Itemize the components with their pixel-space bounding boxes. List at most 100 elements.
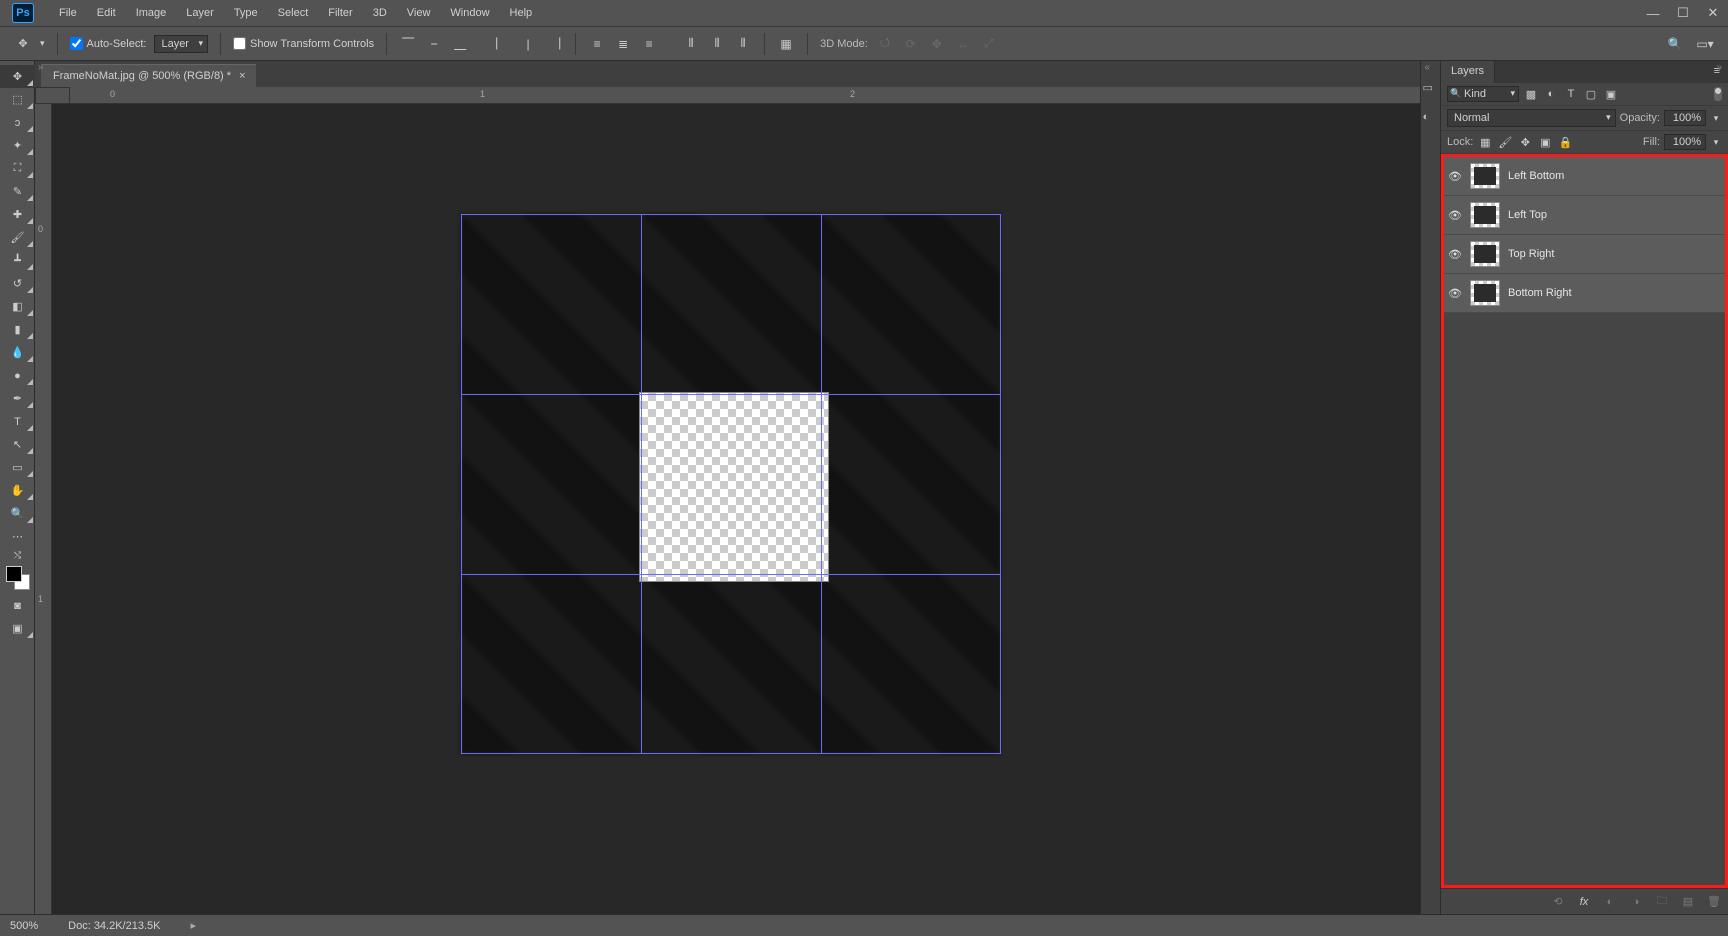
doc-info-menu-icon[interactable]: ▸	[190, 919, 196, 932]
lock-position-icon[interactable]: ✥	[1517, 134, 1533, 150]
blur-tool[interactable]: 💧	[0, 341, 35, 364]
layer-row[interactable]: 👁 Top Right	[1444, 235, 1725, 274]
screen-mode-toggle[interactable]: ▣	[0, 617, 35, 640]
align-vcenter-icon[interactable]: ⎯	[425, 36, 443, 52]
blend-mode-dropdown[interactable]: Normal	[1447, 109, 1616, 127]
menu-3d[interactable]: 3D	[363, 3, 397, 23]
layer-thumbnail[interactable]	[1470, 163, 1500, 189]
rectangle-tool[interactable]: ▭	[0, 456, 35, 479]
lock-all-icon[interactable]: 🔒	[1557, 134, 1573, 150]
adjustment-layer-icon[interactable]: ◑	[1628, 894, 1644, 910]
visibility-toggle-icon[interactable]: 👁	[1448, 170, 1462, 183]
history-panel-icon[interactable]: ▭	[1423, 81, 1439, 97]
guide-h-bottom[interactable]	[461, 753, 1001, 754]
layer-name[interactable]: Left Bottom	[1508, 170, 1721, 182]
filter-type-icon[interactable]: T	[1563, 86, 1579, 102]
layer-row[interactable]: 👁 Left Bottom	[1444, 157, 1725, 196]
align-left-icon[interactable]: ⎸	[493, 36, 511, 52]
move-tool[interactable]: ✥	[0, 65, 35, 88]
menu-image[interactable]: Image	[126, 3, 177, 23]
layer-name[interactable]: Left Top	[1508, 209, 1721, 221]
layer-name[interactable]: Bottom Right	[1508, 287, 1721, 299]
menu-layer[interactable]: Layer	[176, 3, 224, 23]
zoom-level[interactable]: 500%	[10, 920, 38, 932]
edit-toolbar-button[interactable]: ⋯	[0, 525, 35, 548]
visibility-toggle-icon[interactable]: 👁	[1448, 287, 1462, 300]
workspace-switcher-icon[interactable]: ▭▾	[1696, 36, 1714, 52]
auto-select-target-dropdown[interactable]: Layer	[154, 35, 208, 53]
gradient-tool[interactable]: ▮	[0, 318, 35, 341]
filter-pixel-icon[interactable]: ▩	[1523, 86, 1539, 102]
lasso-tool[interactable]: ɔ	[0, 111, 35, 134]
visibility-toggle-icon[interactable]: 👁	[1448, 248, 1462, 261]
properties-panel-icon[interactable]: ◐	[1423, 111, 1439, 127]
guide-v-right[interactable]	[1000, 214, 1001, 754]
distribute-right-icon[interactable]: ⦀	[734, 36, 752, 52]
eyedropper-tool[interactable]: ✎	[0, 180, 35, 203]
layer-thumbnail[interactable]	[1470, 280, 1500, 306]
layer-row[interactable]: 👁 Left Top	[1444, 196, 1725, 235]
align-bottom-icon[interactable]: ⎽	[451, 36, 469, 52]
distribute-hcenter-icon[interactable]: ⦀	[708, 36, 726, 52]
filter-adjustment-icon[interactable]: ◐	[1543, 86, 1559, 102]
pen-tool[interactable]: ✒	[0, 387, 35, 410]
guide-v-left[interactable]	[461, 214, 462, 754]
layers-tab[interactable]: Layers	[1441, 61, 1495, 83]
hand-tool[interactable]: ✋	[0, 479, 35, 502]
guide-h-top[interactable]	[461, 214, 1001, 215]
filter-toggle-switch[interactable]	[1714, 87, 1722, 101]
collapse-dock-icon[interactable]: «	[1424, 62, 1430, 73]
distribute-vcenter-icon[interactable]: ≣	[614, 36, 632, 52]
healing-brush-tool[interactable]: ✚	[0, 203, 35, 226]
close-button[interactable]: ✕	[1698, 0, 1728, 26]
ruler-vertical[interactable]: 0 1	[35, 104, 52, 914]
layer-thumbnail[interactable]	[1470, 202, 1500, 228]
show-transform-controls-checkbox[interactable]: Show Transform Controls	[233, 37, 374, 50]
guide-v-2[interactable]	[821, 214, 822, 754]
show-transform-check[interactable]	[233, 37, 246, 50]
menu-file[interactable]: File	[49, 3, 87, 23]
guide-h-2[interactable]	[461, 574, 1001, 575]
menu-help[interactable]: Help	[500, 3, 543, 23]
visibility-toggle-icon[interactable]: 👁	[1448, 209, 1462, 222]
guide-v-1[interactable]	[641, 214, 642, 754]
auto-select-check[interactable]	[70, 37, 83, 50]
minimize-button[interactable]: —	[1638, 0, 1668, 26]
filter-kind-dropdown[interactable]: Kind	[1447, 86, 1519, 102]
distribute-bottom-icon[interactable]: ≡	[640, 36, 658, 52]
zoom-tool[interactable]: 🔍	[0, 502, 35, 525]
foreground-color-swatch[interactable]	[6, 566, 22, 582]
layer-name[interactable]: Top Right	[1508, 248, 1721, 260]
filter-shape-icon[interactable]: ▢	[1583, 86, 1599, 102]
fill-input[interactable]: 100%	[1664, 134, 1706, 150]
menu-view[interactable]: View	[397, 3, 441, 23]
tool-preset-dropdown-icon[interactable]: ▾	[40, 38, 45, 49]
collapse-toolbar-icon[interactable]: »	[38, 62, 48, 73]
artboard[interactable]	[461, 214, 1001, 754]
align-right-icon[interactable]: ⎹	[545, 36, 563, 52]
collapse-panels-icon[interactable]: »	[1716, 62, 1722, 73]
fill-slider-icon[interactable]: ▾	[1710, 137, 1722, 148]
menu-select[interactable]: Select	[268, 3, 319, 23]
opacity-input[interactable]: 100%	[1664, 110, 1706, 126]
layer-style-icon[interactable]: fx	[1576, 894, 1592, 910]
history-brush-tool[interactable]: ↺	[0, 272, 35, 295]
layer-thumbnail[interactable]	[1470, 241, 1500, 267]
auto-align-icon[interactable]: ▦	[777, 36, 795, 52]
menu-edit[interactable]: Edit	[87, 3, 126, 23]
lock-artboard-icon[interactable]: ▣	[1537, 134, 1553, 150]
filter-smart-icon[interactable]: ▣	[1603, 86, 1619, 102]
maximize-button[interactable]: ☐	[1668, 0, 1698, 26]
link-layers-icon[interactable]: ⟲	[1550, 894, 1566, 910]
auto-select-checkbox[interactable]: Auto-Select:	[70, 37, 147, 50]
canvas[interactable]	[52, 104, 1420, 914]
doc-info[interactable]: Doc: 34.2K/213.5K	[68, 920, 160, 932]
crop-tool[interactable]: ⛶	[0, 157, 35, 180]
align-top-icon[interactable]: ⎺	[399, 36, 417, 52]
new-layer-icon[interactable]: ▤	[1680, 894, 1696, 910]
marquee-tool[interactable]: ⬚	[0, 88, 35, 111]
path-selection-tool[interactable]: ↖	[0, 433, 35, 456]
lock-pixels-icon[interactable]: 🖌	[1497, 134, 1513, 150]
distribute-left-icon[interactable]: ⦀	[682, 36, 700, 52]
color-swatches[interactable]	[0, 562, 34, 594]
